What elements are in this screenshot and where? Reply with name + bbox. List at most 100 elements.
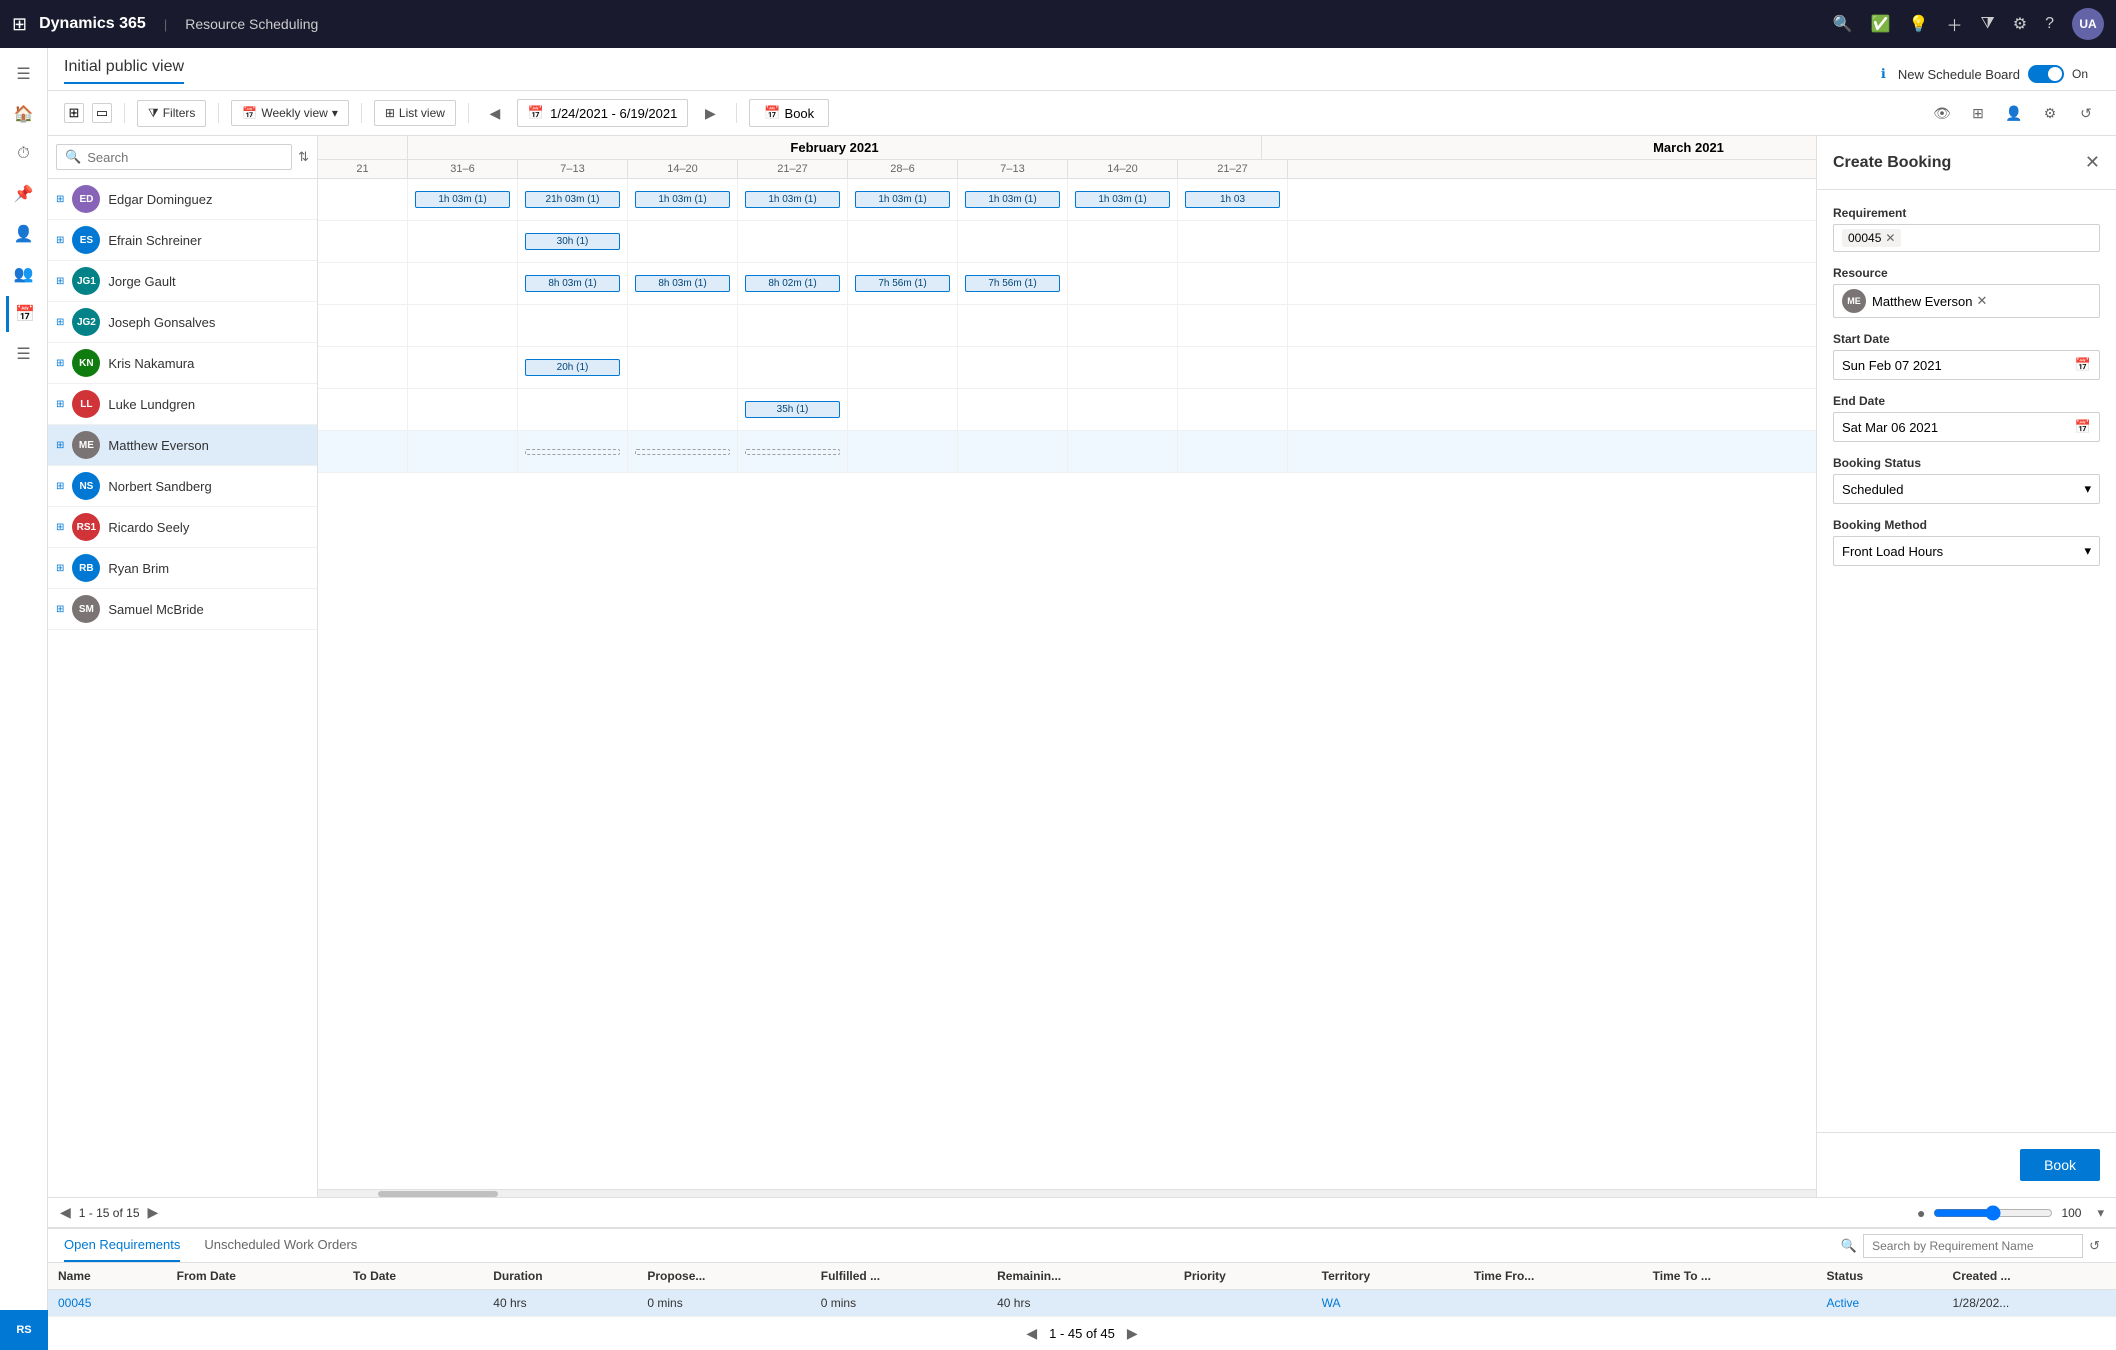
settings-toolbar-icon[interactable]: ⚙ — [2036, 99, 2064, 127]
lightbulb-icon[interactable]: 💡 — [1909, 14, 1929, 34]
prev-date-btn[interactable]: ◀ — [481, 99, 509, 127]
booking-entry[interactable]: 1h 03m (1) — [1075, 191, 1171, 208]
filters-btn[interactable]: ⧩ Filters — [137, 100, 206, 127]
booking-drag-entry[interactable] — [525, 449, 621, 455]
date-range-btn[interactable]: 📅 1/24/2021 - 6/19/2021 — [517, 99, 688, 127]
requirement-remove-btn[interactable]: ✕ — [1885, 231, 1895, 245]
list-item[interactable]: ⊞ LL Luke Lundgren — [48, 384, 317, 425]
collapse-btn[interactable]: ▭ — [92, 103, 112, 123]
req-search-input[interactable] — [1863, 1234, 2083, 1258]
book-nav-btn[interactable]: 📅 Book — [749, 99, 829, 127]
booking-entry[interactable]: 1h 03m (1) — [965, 191, 1061, 208]
calendar-icon-end[interactable]: 📅 — [2075, 419, 2091, 435]
sidebar-people-icon[interactable]: 👤 — [6, 216, 42, 252]
booking-entry[interactable]: 8h 02m (1) — [745, 275, 841, 292]
list-view-btn[interactable]: ⊞ List view — [374, 100, 456, 126]
list-item[interactable]: ⊞ RS1 Ricardo Seely — [48, 507, 317, 548]
collapse-requirements-btn[interactable]: ▾ — [2097, 1205, 2104, 1221]
list-item[interactable]: ⊞ NS Norbert Sandberg — [48, 466, 317, 507]
list-item[interactable]: ⊞ ME Matthew Everson — [48, 425, 317, 466]
expand-icon[interactable]: ⊞ — [56, 358, 64, 369]
prev-page-btn[interactable]: ◀ — [60, 1204, 71, 1221]
booking-entry[interactable]: 7h 56m (1) — [965, 275, 1061, 292]
tab-open-requirements[interactable]: Open Requirements — [64, 1229, 180, 1262]
list-item[interactable]: ⊞ SM Samuel McBride — [48, 589, 317, 630]
expand-icon[interactable]: ⊞ — [56, 481, 64, 492]
next-date-btn[interactable]: ▶ — [696, 99, 724, 127]
eye-icon[interactable]: 👁 — [1928, 99, 1956, 127]
req-next-btn[interactable]: ▶ — [1127, 1325, 1138, 1342]
help-icon[interactable]: ? — [2045, 15, 2054, 33]
expand-icon[interactable]: ⊞ — [56, 399, 64, 410]
settings-icon[interactable]: ⚙ — [2013, 14, 2027, 34]
booking-entry[interactable]: 1h 03m (1) — [415, 191, 511, 208]
req-name-link[interactable]: 00045 — [58, 1296, 91, 1310]
zoom-slider[interactable] — [1933, 1205, 2053, 1221]
booking-entry[interactable]: 35h (1) — [745, 401, 841, 418]
expand-icon[interactable]: ⊞ — [56, 235, 64, 246]
booking-status-select[interactable]: Scheduled ▾ — [1833, 474, 2100, 504]
refresh-icon[interactable]: ↺ — [2072, 99, 2100, 127]
booking-drag-entry[interactable] — [635, 449, 731, 455]
booking-method-select[interactable]: Front Load Hours ▾ — [1833, 536, 2100, 566]
end-date-input[interactable]: Sat Mar 06 2021 📅 — [1833, 412, 2100, 442]
start-date-input[interactable]: Sun Feb 07 2021 📅 — [1833, 350, 2100, 380]
expand-icon[interactable]: ⊞ — [56, 194, 64, 205]
list-item[interactable]: ⊞ ED Edgar Dominguez — [48, 179, 317, 220]
resource-input[interactable]: ME Matthew Everson ✕ — [1833, 284, 2100, 318]
expand-icon[interactable]: ⊞ — [56, 440, 64, 451]
scroll-thumb[interactable] — [378, 1191, 498, 1197]
weekly-view-btn[interactable]: 📅 Weekly view ▾ — [231, 100, 348, 126]
booking-entry[interactable]: 1h 03m (1) — [745, 191, 841, 208]
circle-check-icon[interactable]: ✅ — [1871, 14, 1891, 34]
booking-entry[interactable]: 8h 03m (1) — [635, 275, 731, 292]
person-icon[interactable]: 👤 — [2000, 99, 2028, 127]
search-icon[interactable]: 🔍 — [1833, 14, 1853, 34]
calendar-icon-start[interactable]: 📅 — [2075, 357, 2091, 373]
book-action-btn[interactable]: Book — [2020, 1149, 2100, 1181]
booking-entry[interactable]: 8h 03m (1) — [525, 275, 621, 292]
expand-icon[interactable]: ⊞ — [56, 522, 64, 533]
info-icon[interactable]: ℹ — [1881, 66, 1886, 82]
req-status-link[interactable]: Active — [1827, 1296, 1860, 1310]
req-search-icon[interactable]: 🔍 — [1841, 1238, 1857, 1254]
booking-entry[interactable]: 7h 56m (1) — [855, 275, 951, 292]
list-item[interactable]: ⊞ KN Kris Nakamura — [48, 343, 317, 384]
list-item[interactable]: ⊞ JG1 Jorge Gault — [48, 261, 317, 302]
expand-icon[interactable]: ⊞ — [56, 317, 64, 328]
resource-search-input[interactable] — [87, 150, 283, 165]
next-page-btn[interactable]: ▶ — [148, 1204, 159, 1221]
booking-entry[interactable]: 20h (1) — [525, 359, 621, 376]
expand-icon[interactable]: ⊞ — [56, 604, 64, 615]
grid-icon[interactable]: ⊞ — [12, 14, 27, 35]
user-status-avatar[interactable]: RS — [0, 1310, 48, 1350]
sort-icon[interactable]: ⇅ — [298, 149, 309, 165]
columns-icon[interactable]: ⊞ — [1964, 99, 1992, 127]
booking-entry[interactable]: 21h 03m (1) — [525, 191, 621, 208]
filter-icon[interactable]: ⧩ — [1980, 15, 1994, 33]
tab-unscheduled-work-orders[interactable]: Unscheduled Work Orders — [204, 1229, 357, 1262]
list-item[interactable]: ⊞ ES Efrain Schreiner — [48, 220, 317, 261]
req-refresh-icon[interactable]: ↺ — [2089, 1238, 2100, 1254]
expand-icon[interactable]: ⊞ — [56, 563, 64, 574]
user-avatar[interactable]: UA — [2072, 8, 2104, 40]
sidebar-recent-icon[interactable]: ⏱ — [6, 136, 42, 172]
booking-entry[interactable]: 1h 03m (1) — [635, 191, 731, 208]
sidebar-calendar-icon[interactable]: 📅 — [6, 296, 42, 332]
booking-entry[interactable]: 1h 03 — [1185, 191, 1281, 208]
expand-icon[interactable]: ⊞ — [56, 276, 64, 287]
sidebar-home-icon[interactable]: 🏠 — [6, 96, 42, 132]
sidebar-list-icon[interactable]: ☰ — [6, 336, 42, 372]
expand-btn[interactable]: ⊞ — [64, 103, 84, 123]
booking-entry[interactable]: 30h (1) — [525, 233, 621, 250]
resource-remove-btn[interactable]: ✕ — [1976, 293, 1987, 309]
booking-drag-entry[interactable] — [745, 449, 841, 455]
booking-entry[interactable]: 1h 03m (1) — [855, 191, 951, 208]
list-item[interactable]: ⊞ RB Ryan Brim — [48, 548, 317, 589]
req-prev-btn[interactable]: ◀ — [1026, 1325, 1037, 1342]
requirement-input[interactable]: 00045 ✕ — [1833, 224, 2100, 252]
list-item[interactable]: ⊞ JG2 Joseph Gonsalves — [48, 302, 317, 343]
req-territory-link[interactable]: WA — [1322, 1296, 1341, 1310]
plus-icon[interactable]: ＋ — [1946, 12, 1962, 36]
sidebar-menu-icon[interactable]: ☰ — [6, 56, 42, 92]
